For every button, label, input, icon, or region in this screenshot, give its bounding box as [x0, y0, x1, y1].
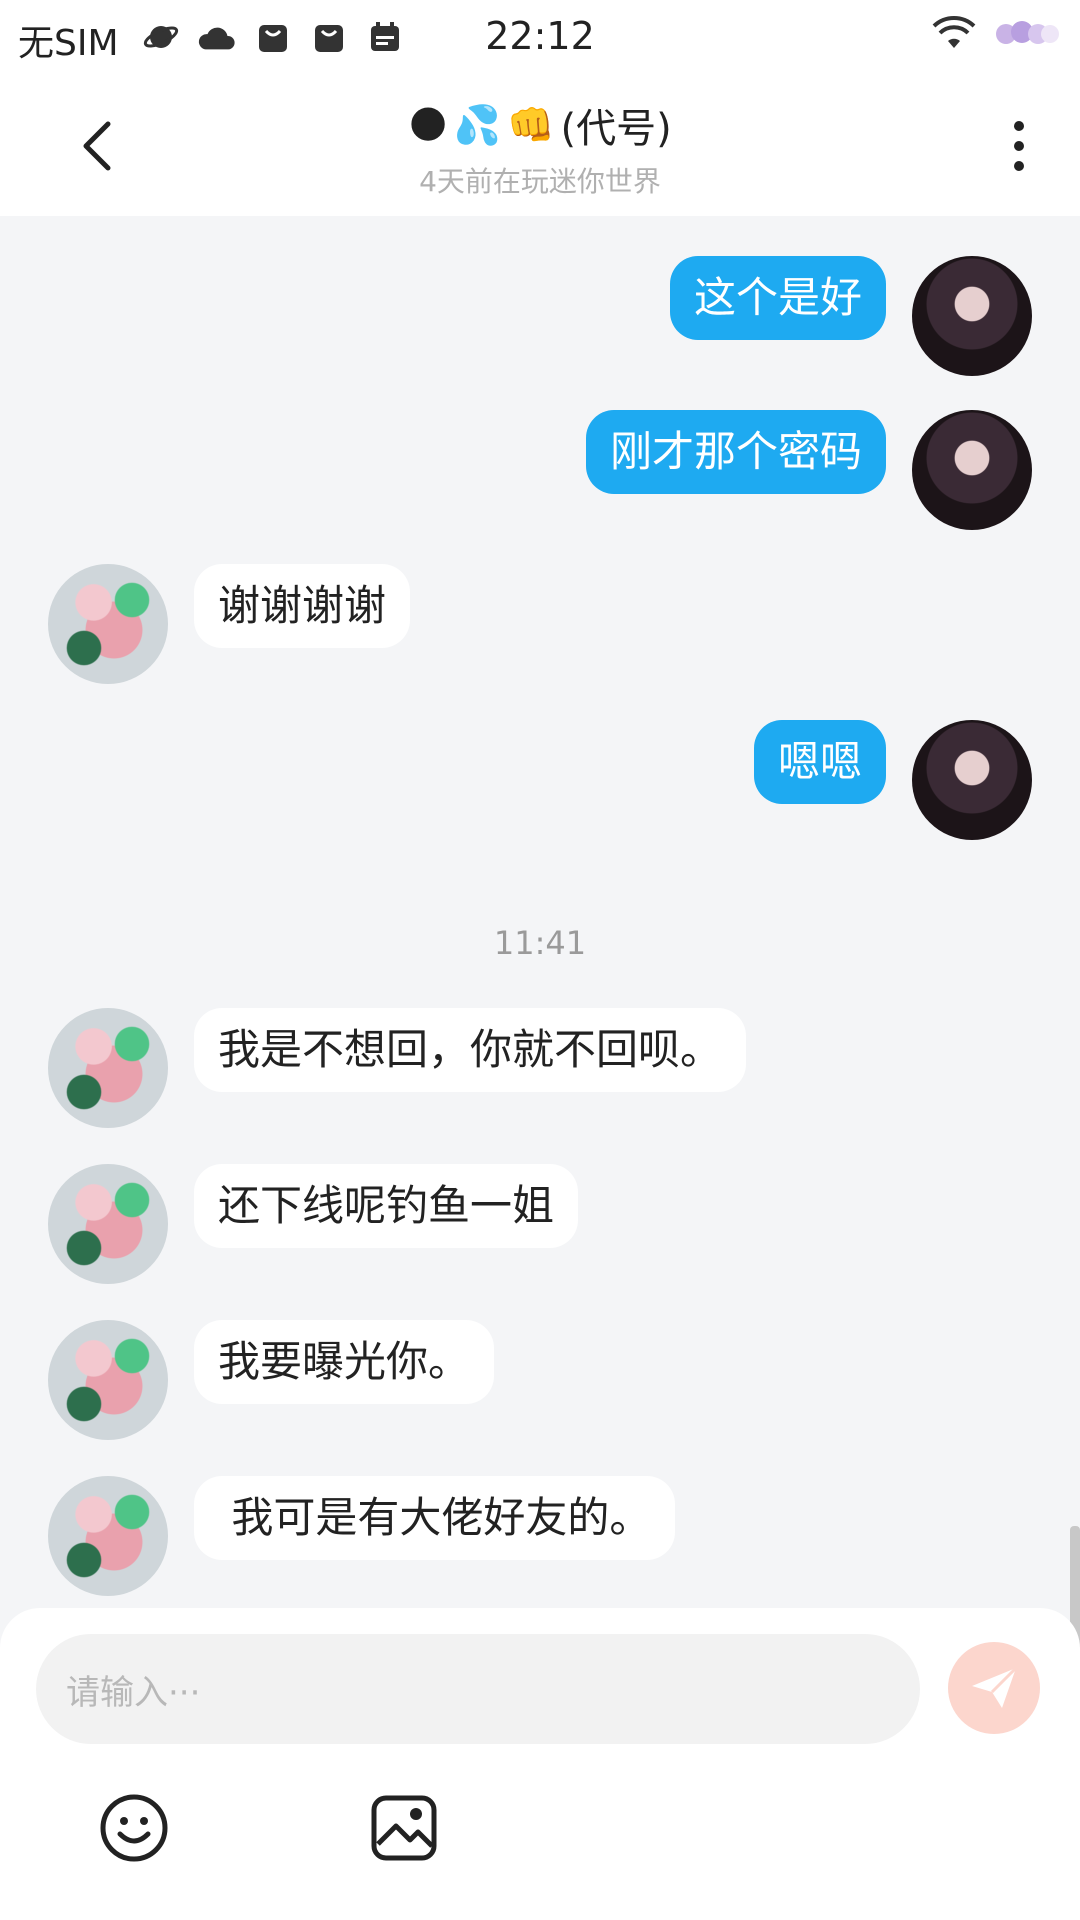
- image-icon: [371, 1795, 437, 1861]
- contact-avatar[interactable]: [48, 1008, 168, 1128]
- status-bar: 无SIM 22:12: [0, 0, 1080, 76]
- message-list[interactable]: 这个是好 刚才那个密码 谢谢谢谢 嗯嗯 11:41 我是不想回，你就不回呗。 还…: [0, 216, 1080, 1788]
- send-icon: [972, 1666, 1018, 1708]
- my-avatar[interactable]: [912, 720, 1032, 840]
- message-bubble-theirs[interactable]: 我要曝光你。: [194, 1320, 495, 1404]
- my-avatar[interactable]: [912, 256, 1032, 376]
- message-bubble-theirs[interactable]: 我可是有大佬好友的。: [194, 1476, 676, 1560]
- system-icons: [932, 16, 1062, 54]
- message-timestamp: 11:41: [493, 924, 587, 962]
- contact-avatar[interactable]: [48, 564, 168, 684]
- emoji-button[interactable]: [98, 1792, 170, 1864]
- message-bubble-theirs[interactable]: 我是不想回，你就不回呗。: [194, 1008, 747, 1092]
- message-composer: 请输入···: [0, 1608, 1080, 1920]
- new-moon-emoji: 🌑: [408, 103, 448, 147]
- contact-avatar[interactable]: [48, 1164, 168, 1284]
- message-bubble-mine[interactable]: 这个是好: [669, 256, 886, 340]
- contact-status: 4天前在玩迷你世界: [419, 165, 661, 198]
- fist-emoji: 👊: [507, 103, 555, 147]
- clouds-icon: [992, 16, 1062, 54]
- smiley-icon: [100, 1794, 168, 1862]
- image-button[interactable]: [368, 1792, 440, 1864]
- message-bubble-theirs[interactable]: 谢谢谢谢: [194, 564, 411, 648]
- contact-name: 🌑 💦 👊 (代号): [408, 96, 672, 154]
- send-button[interactable]: [948, 1642, 1040, 1734]
- message-bubble-theirs[interactable]: 还下线呢钓鱼一姐: [194, 1164, 579, 1248]
- message-bubble-mine[interactable]: 嗯嗯: [753, 720, 886, 804]
- chat-title-block: 🌑 💦 👊 (代号) 4天前在玩迷你世界: [0, 96, 1080, 200]
- contact-avatar[interactable]: [48, 1320, 168, 1440]
- message-bubble-mine[interactable]: 刚才那个密码: [585, 410, 886, 494]
- more-options-button[interactable]: [994, 116, 1044, 176]
- wifi-icon: [932, 16, 976, 54]
- contact-name-text: (代号): [560, 106, 672, 152]
- sweat-drops-emoji: 💦: [453, 103, 502, 147]
- my-avatar[interactable]: [912, 410, 1032, 530]
- contact-avatar[interactable]: [48, 1476, 168, 1596]
- message-input[interactable]: 请输入···: [36, 1634, 920, 1744]
- clock: 22:12: [485, 14, 595, 58]
- chat-header: 🌑 💦 👊 (代号) 4天前在玩迷你世界: [0, 76, 1080, 216]
- more-vertical-icon: [1014, 121, 1024, 171]
